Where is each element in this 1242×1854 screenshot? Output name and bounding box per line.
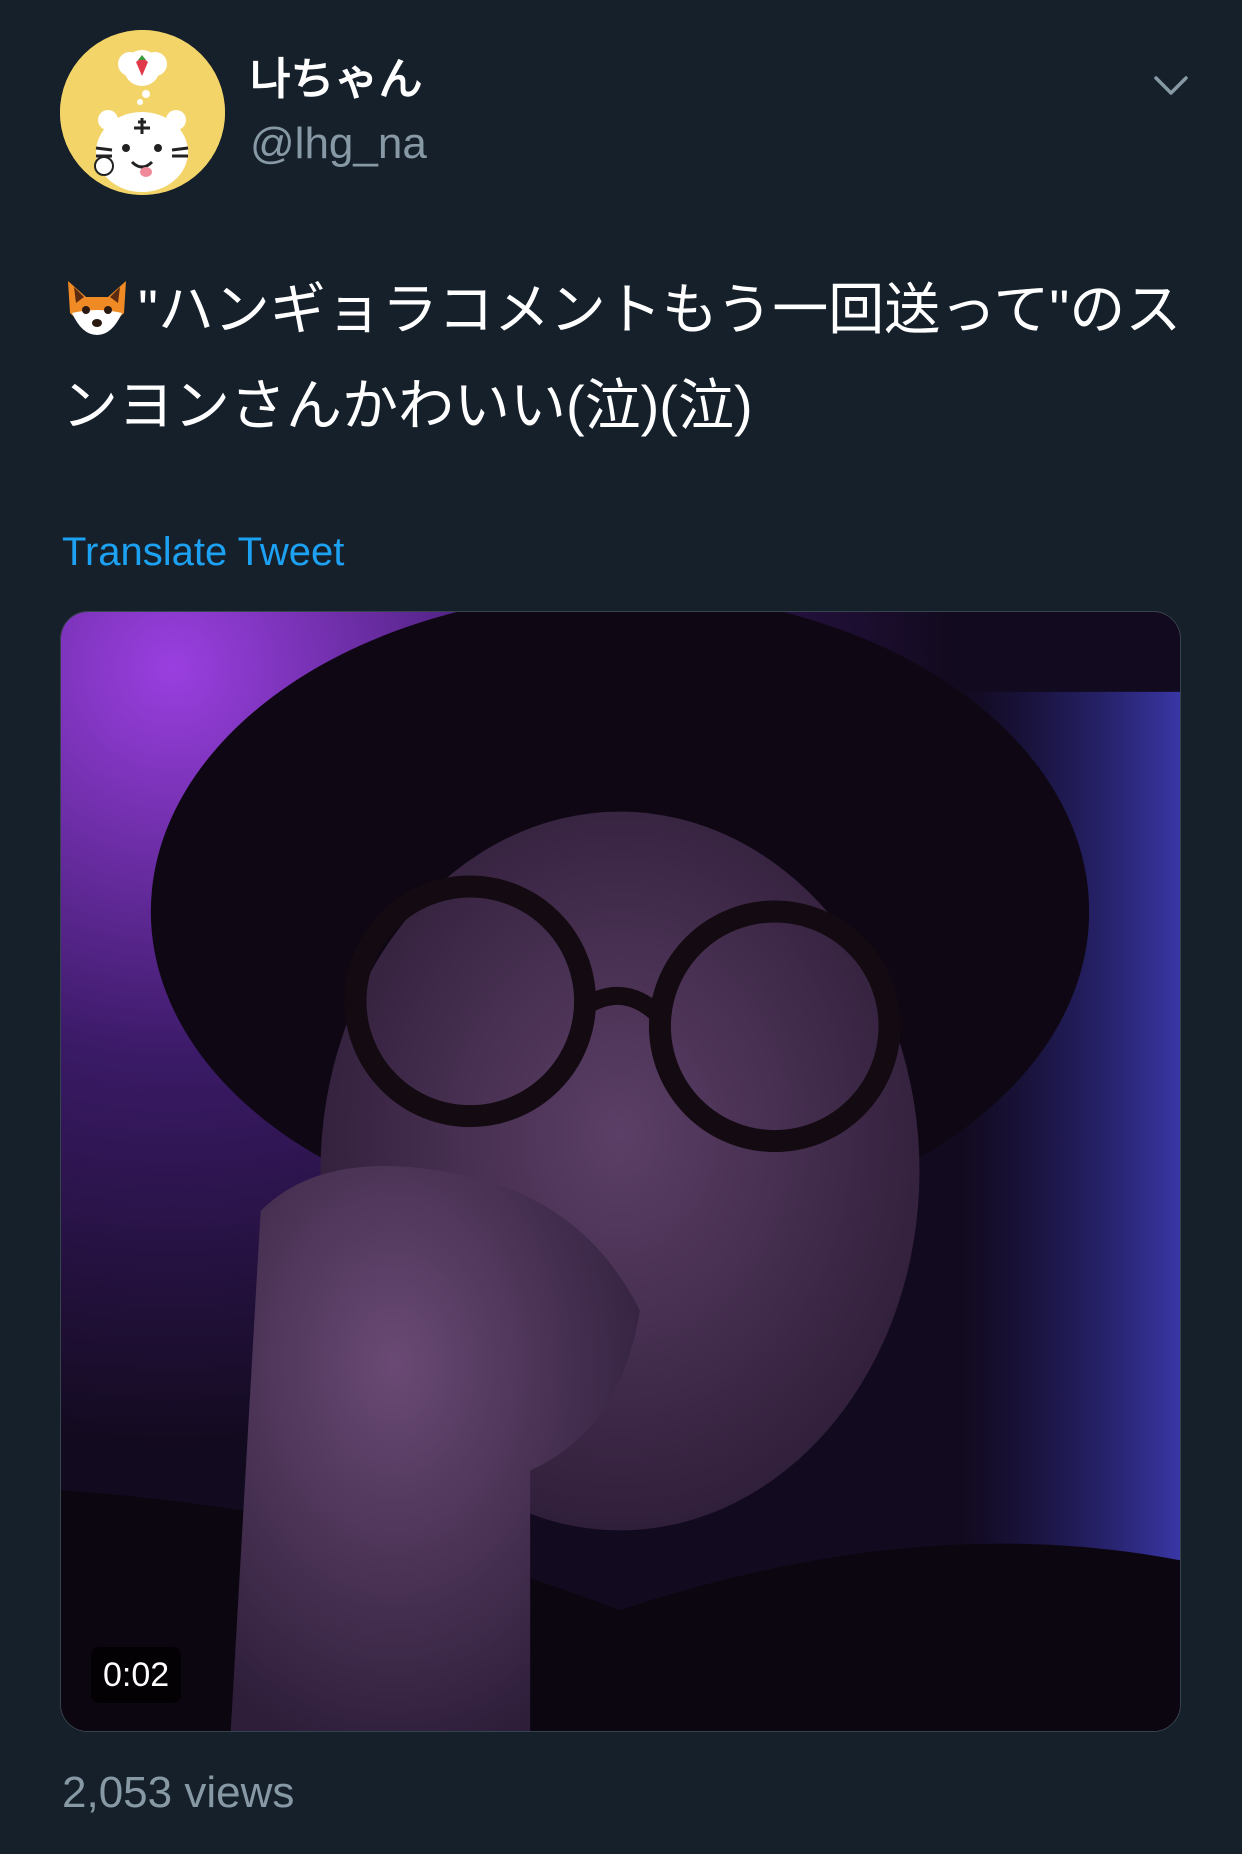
video-thumbnail	[61, 612, 1180, 1731]
tiger-avatar-icon	[60, 30, 225, 195]
video-player[interactable]: 0:02	[60, 611, 1181, 1732]
tweet-body: "ハンギョラコメントもう一回送って"のスンヨンさんかわいい(泣)(泣)	[62, 278, 1182, 437]
fox-face-icon	[62, 277, 132, 339]
user-avatar[interactable]	[60, 30, 225, 195]
translate-tweet-link[interactable]: Translate Tweet	[62, 528, 344, 576]
tweet-card: 나ちゃん @lhg_na "ハンギョラコメントもう一回送って"のスンヨンさんかわ…	[0, 0, 1242, 1854]
more-options-button[interactable]	[1148, 62, 1194, 108]
tweet-text: "ハンギョラコメントもう一回送って"のスンヨンさんかわいい(泣)(泣)	[62, 262, 1182, 454]
video-duration-badge: 0:02	[91, 1647, 182, 1703]
view-count: 2,053 views	[62, 1768, 295, 1817]
chevron-down-icon	[1154, 76, 1188, 95]
user-display-name[interactable]: 나ちゃん	[250, 52, 422, 108]
user-handle[interactable]: @lhg_na	[250, 116, 427, 172]
